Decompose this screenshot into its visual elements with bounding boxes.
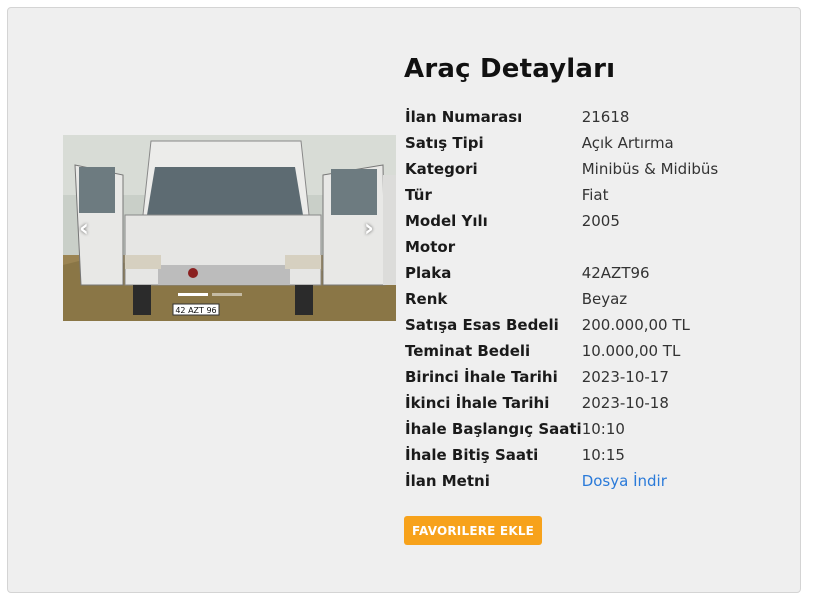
detail-value: 2023-10-18	[581, 394, 669, 412]
detail-row-tur: Tür Fiat	[405, 182, 718, 208]
detail-row-plaka: Plaka 42AZT96	[405, 260, 718, 286]
carousel-next-button[interactable]: ›	[356, 211, 382, 245]
carousel-indicator[interactable]	[212, 293, 242, 296]
detail-label: Tür	[405, 186, 432, 204]
detail-value: 200.000,00 TL	[581, 316, 690, 334]
detail-row-satis-tipi: Satış Tipi Açık Artırma	[405, 130, 718, 156]
detail-value: 42AZT96	[581, 264, 650, 282]
detail-row-renk: Renk Beyaz	[405, 286, 718, 312]
page-title: Araç Detayları	[404, 54, 616, 84]
vehicle-photo-carousel[interactable]: 42 AZT 96 ‹ ›	[63, 135, 396, 321]
detail-value: Fiat	[581, 186, 609, 204]
detail-label: Teminat Bedeli	[405, 342, 531, 360]
add-to-favorites-button[interactable]: FAVORILERE EKLE	[404, 516, 543, 545]
detail-value: 2023-10-17	[581, 368, 669, 386]
detail-label: İhale Başlangıç Saati	[405, 420, 582, 438]
detail-row-ihale-bitis-saati: İhale Bitiş Saati 10:15	[405, 442, 718, 468]
detail-row-model-yili: Model Yılı 2005	[405, 208, 718, 234]
detail-value: Minibüs & Midibüs	[581, 160, 719, 178]
detail-label: Satışa Esas Bedeli	[405, 316, 559, 334]
detail-value: 21618	[581, 108, 630, 126]
detail-label: İhale Bitiş Saati	[405, 446, 539, 464]
detail-label: Model Yılı	[405, 212, 488, 230]
detail-value: Beyaz	[581, 290, 628, 308]
detail-value: 10:10	[581, 420, 625, 438]
detail-value: 2005	[581, 212, 620, 230]
detail-label: Kategori	[405, 160, 478, 178]
carousel-indicator[interactable]	[178, 293, 208, 296]
detail-label: İlan Numarası	[405, 108, 523, 126]
detail-row-teminat-bedeli: Teminat Bedeli 10.000,00 TL	[405, 338, 718, 364]
detail-label: Birinci İhale Tarihi	[405, 368, 558, 386]
carousel-prev-button[interactable]: ‹	[71, 211, 97, 245]
detail-row-ilan-numarasi: İlan Numarası 21618	[405, 104, 718, 130]
detail-value: 10:15	[581, 446, 625, 464]
carousel-indicators	[178, 293, 242, 296]
vehicle-details-table: İlan Numarası 21618 Satış Tipi Açık Artı…	[405, 104, 718, 494]
detail-label: Plaka	[405, 264, 452, 282]
detail-row-kategori: Kategori Minibüs & Midibüs	[405, 156, 718, 182]
detail-value: Açık Artırma	[581, 134, 674, 152]
detail-row-satisa-esas-bedeli: Satışa Esas Bedeli 200.000,00 TL	[405, 312, 718, 338]
detail-row-ihale-baslangic-saati: İhale Başlangıç Saati 10:10	[405, 416, 718, 442]
license-plate: 42 AZT 96	[175, 306, 216, 315]
detail-label: İlan Metni	[405, 472, 490, 490]
detail-label: Motor	[405, 238, 456, 256]
detail-row-ilan-metni: İlan Metni Dosya İndir	[405, 468, 718, 494]
detail-label: Renk	[405, 290, 448, 308]
detail-label: Satış Tipi	[405, 134, 484, 152]
detail-row-motor: Motor	[405, 234, 718, 260]
detail-row-ikinci-ihale-tarihi: İkinci İhale Tarihi 2023-10-18	[405, 390, 718, 416]
detail-row-birinci-ihale-tarihi: Birinci İhale Tarihi 2023-10-17	[405, 364, 718, 390]
detail-label: İkinci İhale Tarihi	[405, 394, 550, 412]
detail-value	[582, 234, 719, 260]
download-file-link[interactable]: Dosya İndir	[582, 472, 667, 490]
detail-value: Dosya İndir	[582, 468, 719, 494]
detail-value: 10.000,00 TL	[581, 342, 681, 360]
